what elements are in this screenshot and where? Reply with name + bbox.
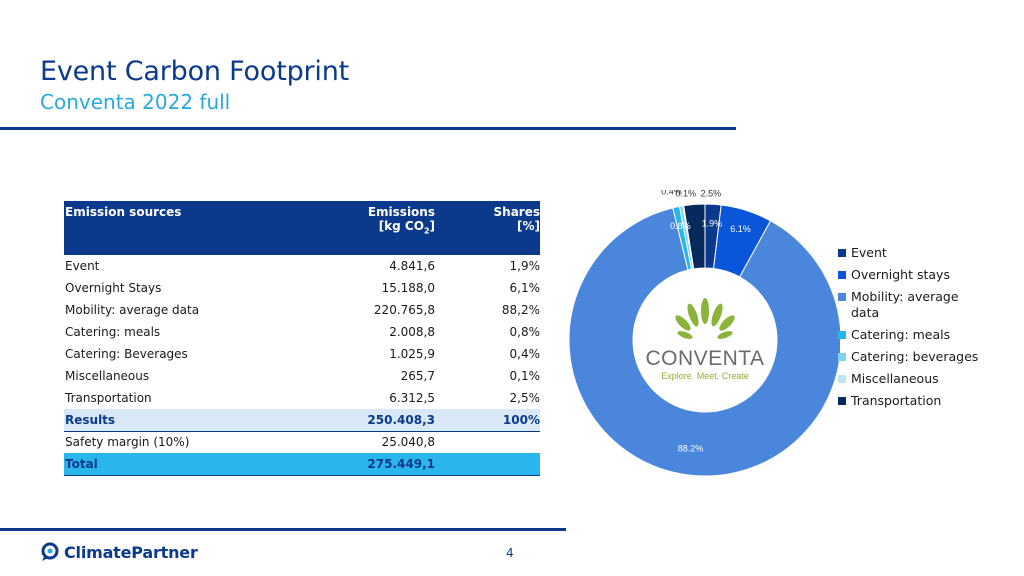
header-divider [0, 127, 736, 130]
row-emissions: 4.841,6 [389, 259, 435, 273]
row-source: Miscellaneous [65, 369, 150, 383]
legend-item-catering-meals: Catering: meals [838, 327, 981, 343]
row-emissions: 15.188,0 [381, 281, 435, 295]
row-emissions: 1.025,9 [389, 347, 435, 361]
results-emissions: 250.408,3 [284, 409, 435, 432]
donut-label-miscellaneous: 0.1% [675, 190, 696, 198]
slide-subtitle: Conventa 2022 full [40, 90, 231, 114]
legend-label: Catering: meals [851, 327, 951, 342]
legend-swatch [838, 293, 846, 301]
climatepartner-logo: ClimatePartner [40, 542, 198, 562]
row-share: 88,2% [501, 303, 540, 317]
row-emissions: 6.312,5 [389, 391, 435, 405]
header-shares: Shares [%] [435, 201, 540, 255]
legend-label: Overnight stays [851, 267, 950, 282]
legend-swatch [838, 353, 846, 361]
results-row: Results 250.408,3 100% [64, 409, 540, 432]
table-header-row: Emission sources Emissions [kg CO2] Shar… [64, 201, 540, 255]
conventa-leaves-icon [675, 298, 735, 339]
chart-legend: Event Overnight stays Mobility: average … [838, 245, 981, 415]
header-emissions-unit-pre: [kg CO [378, 219, 424, 233]
results-share: 100% [435, 409, 540, 432]
conventa-logo: CONVENTA Explore. Meet. Create [645, 298, 764, 381]
header-emissions-line1: Emissions [367, 205, 435, 219]
header-shares-line2: [%] [517, 219, 540, 233]
page-number: 4 [506, 546, 514, 560]
legend-swatch [838, 397, 846, 405]
row-share: 0,1% [509, 369, 541, 383]
table-row: Miscellaneous 265,7 0,1% [64, 365, 540, 387]
legend-label: Event [851, 245, 887, 260]
legend-swatch [838, 249, 846, 257]
row-share: 1,9% [509, 259, 541, 273]
climatepartner-pin-icon [41, 542, 59, 561]
table-row: Event 4.841,6 1,9% [64, 255, 540, 277]
conventa-tagline: Explore. Meet. Create [661, 371, 749, 381]
legend-item-event: Event [838, 245, 981, 261]
donut-label-mobility: 88.2% [678, 443, 704, 453]
header-emission-sources: Emission sources [64, 201, 284, 255]
emissions-table: Emission sources Emissions [kg CO2] Shar… [64, 201, 540, 476]
legend-label: Transportation [851, 393, 942, 408]
table-row: Catering: meals 2.008,8 0,8% [64, 321, 540, 343]
table-row: Mobility: average data 220.765,8 88,2% [64, 299, 540, 321]
row-share: 6,1% [509, 281, 541, 295]
total-share [435, 453, 540, 476]
row-emissions: 220.765,8 [373, 303, 435, 317]
table-row: Overnight Stays 15.188,0 6,1% [64, 277, 540, 299]
row-source: Catering: meals [65, 325, 161, 339]
row-share: 0,8% [509, 325, 541, 339]
total-row: Total 275.449,1 [64, 453, 540, 476]
table-row: Transportation 6.312,5 2,5% [64, 387, 540, 409]
row-source: Mobility: average data [65, 303, 200, 317]
legend-label: Mobility: average data [851, 289, 959, 320]
legend-item-overnight-stays: Overnight stays [838, 267, 981, 283]
row-source: Overnight Stays [65, 281, 162, 295]
header-emissions-unit-post: ] [429, 219, 435, 233]
header-emissions: Emissions [kg CO2] [284, 201, 435, 255]
safety-emissions: 25.040,8 [381, 435, 435, 450]
legend-item-miscellaneous: Miscellaneous [838, 371, 981, 387]
legend-item-catering-beverages: Catering: beverages [838, 349, 981, 365]
row-source: Event [65, 259, 100, 273]
legend-item-mobility: Mobility: average data [838, 289, 981, 321]
safety-margin-row: Safety margin (10%) 25.040,8 [64, 431, 540, 453]
safety-label: Safety margin (10%) [65, 435, 190, 450]
donut-label-transportation: 2.5% [701, 190, 722, 198]
row-source: Transportation [65, 391, 152, 405]
donut-label-catering-meals: 0.8% [670, 221, 691, 231]
safety-share [435, 431, 540, 453]
legend-swatch [838, 375, 846, 383]
row-emissions: 265,7 [400, 369, 435, 383]
legend-swatch [838, 331, 846, 339]
slide-title: Event Carbon Footprint [40, 56, 350, 87]
donut-label-overnight-stays: 6.1% [730, 224, 751, 234]
results-label: Results [64, 409, 284, 432]
conventa-wordmark: CONVENTA [645, 347, 764, 370]
row-emissions: 2.008,8 [389, 325, 435, 339]
row-share: 0,4% [509, 347, 541, 361]
row-share: 2,5% [509, 391, 541, 405]
donut-slices [568, 203, 840, 477]
legend-label: Miscellaneous [851, 371, 939, 386]
legend-label: Catering: beverages [851, 349, 979, 364]
footer-divider [0, 528, 566, 531]
total-label: Total [64, 453, 284, 476]
climatepartner-wordmark: ClimatePartner [64, 542, 198, 562]
legend-swatch [838, 271, 846, 279]
row-source: Catering: Beverages [65, 347, 188, 361]
table-row: Catering: Beverages 1.025,9 0,4% [64, 343, 540, 365]
legend-item-transportation: Transportation [838, 393, 981, 409]
header-shares-line1: Shares [493, 205, 540, 219]
emissions-donut-chart: 1.9%6.1%88.2%0.8%0.4%0.1% 2.5% CONVENTA E… [568, 190, 840, 477]
donut-label-event: 1.9% [702, 219, 723, 229]
total-emissions: 275.449,1 [284, 453, 435, 476]
